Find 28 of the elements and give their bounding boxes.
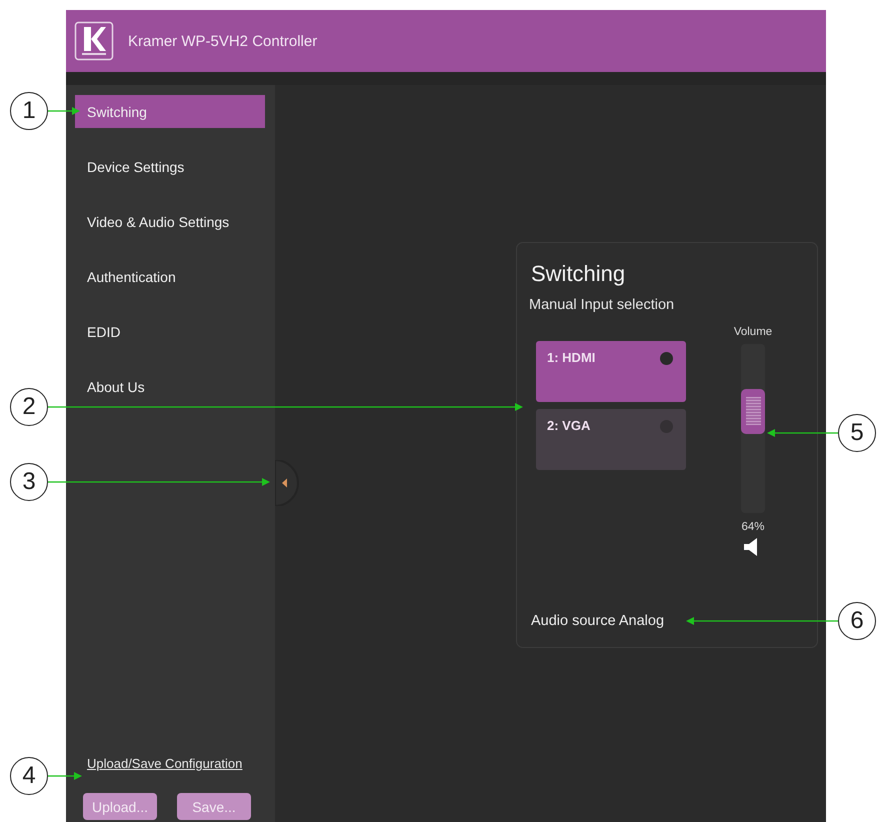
panel-title: Switching	[531, 261, 626, 287]
callout-number: 5	[838, 414, 876, 452]
nav-item[interactable]: Authentication	[75, 260, 265, 293]
collapse-handle-icon[interactable]	[275, 460, 299, 506]
nav-item[interactable]: Video & Audio Settings	[75, 205, 265, 238]
input-button[interactable]: 2: VGA	[536, 409, 686, 470]
volume-reading: 64%	[741, 521, 765, 533]
nav-item[interactable]: Device Settings	[75, 150, 265, 183]
leader-arrow	[48, 772, 82, 780]
volume-label: Volume	[734, 326, 772, 338]
nav-item[interactable]: Switching	[75, 95, 265, 128]
config-link[interactable]: Upload/Save Configuration	[87, 756, 242, 771]
callout-number: 1	[10, 92, 48, 130]
callout-number: 2	[10, 388, 48, 426]
callout-number: 6	[838, 602, 876, 640]
section-label: Manual Input selection	[529, 297, 674, 313]
leader-arrow	[48, 107, 80, 115]
input-button[interactable]: 1: HDMI	[536, 341, 686, 402]
indicator-dot-icon	[660, 352, 673, 365]
leader-arrow	[767, 429, 838, 437]
audio-source-label: Audio source Analog	[531, 613, 664, 629]
nav-item[interactable]: EDID	[75, 315, 265, 348]
logo-icon	[74, 21, 114, 61]
nav-item[interactable]: About Us	[75, 370, 265, 403]
app-title: Kramer WP-5VH2 Controller	[128, 32, 318, 50]
callout-number: 3	[10, 463, 48, 501]
callout-number: 4	[10, 757, 48, 795]
volume-thumb[interactable]	[741, 388, 765, 434]
